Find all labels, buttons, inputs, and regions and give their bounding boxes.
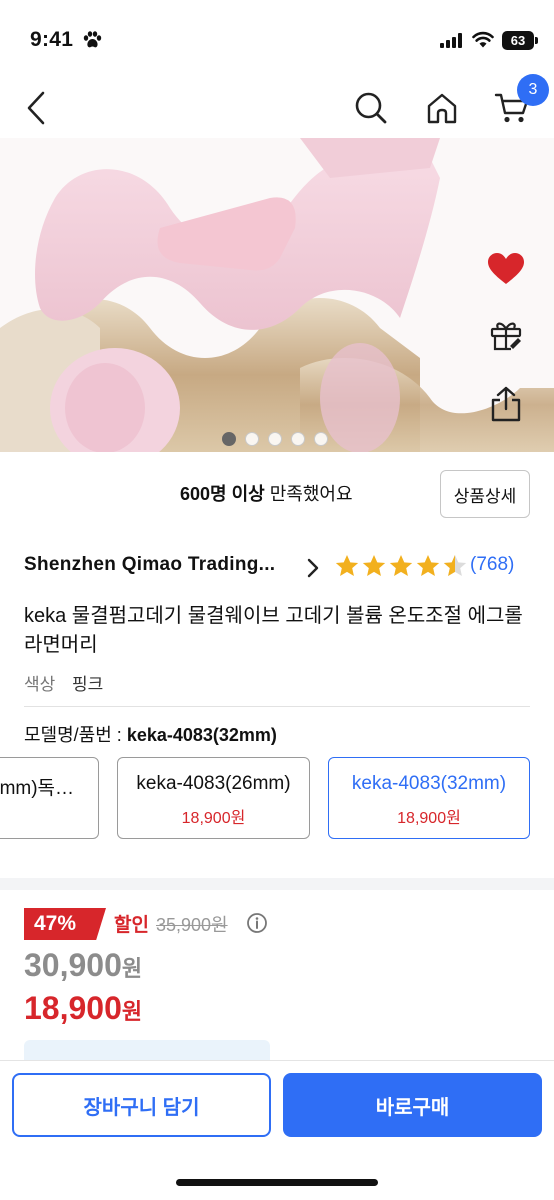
star-icon xyxy=(389,554,413,576)
info-icon[interactable] xyxy=(246,912,268,934)
curling-iron-illustration xyxy=(0,138,554,452)
coupon-price-unit: 원 xyxy=(121,956,143,981)
wishlist-button[interactable] xyxy=(484,247,528,291)
gift-button[interactable] xyxy=(484,313,528,357)
option-name: keka-4083(32mm) xyxy=(351,773,507,794)
gallery-dot[interactable] xyxy=(245,432,259,446)
option-card[interactable]: keka-4083(26mm) 18,900원 xyxy=(117,757,310,839)
discount-label: 할인 xyxy=(114,915,149,936)
seller-name[interactable]: Shenzhen Qimao Trading... xyxy=(24,554,275,576)
back-button[interactable] xyxy=(14,86,58,130)
divider xyxy=(24,706,530,707)
final-price-value: 18,900 xyxy=(24,990,122,1026)
gallery-pagination xyxy=(222,432,328,446)
search-button[interactable] xyxy=(349,86,393,130)
final-price-unit: 원 xyxy=(121,999,143,1024)
product-image[interactable] xyxy=(0,138,554,452)
discount-rate-badge: 47% xyxy=(24,908,106,940)
satisfaction-suffix: 만족했어요 xyxy=(264,484,353,504)
gift-icon xyxy=(490,322,522,351)
gallery-dot[interactable] xyxy=(222,432,236,446)
heart-icon xyxy=(488,253,524,284)
top-nav xyxy=(0,80,554,136)
review-count-link[interactable]: (768) xyxy=(470,554,514,576)
model-label: 모델명/품번 : xyxy=(24,725,127,745)
chevron-right-icon[interactable] xyxy=(305,556,321,580)
satisfaction-count: 600명 이상 xyxy=(180,484,265,504)
product-detail-button[interactable]: 상품상세 xyxy=(440,470,530,518)
color-label: 색상 xyxy=(24,675,56,694)
paw-icon xyxy=(83,31,102,48)
home-button[interactable] xyxy=(420,86,464,130)
model-line: 모델명/품번 : keka-4083(32mm) xyxy=(24,721,277,747)
coupon-price-value: 30,900 xyxy=(24,947,122,983)
wifi-icon xyxy=(472,31,494,48)
option-price: 18,900원 xyxy=(397,810,461,827)
cellular-signal-icon xyxy=(440,33,462,48)
option-name: 2mm)독… xyxy=(0,778,75,799)
star-icon xyxy=(335,554,359,576)
model-value: keka-4083(32mm) xyxy=(126,725,277,745)
product-title: keka 물결펌고데기 물결웨이브 고데기 볼륨 온도조절 에그롤 라면머리 xyxy=(24,605,523,656)
section-divider xyxy=(0,878,554,890)
search-icon xyxy=(355,92,387,124)
cart-count-badge: 3 xyxy=(517,74,549,106)
status-bar: 9:41 63 xyxy=(0,0,554,80)
satisfaction-text: 600명 이상 만족했어요 xyxy=(180,480,353,508)
original-price: 35,900원 xyxy=(156,915,228,935)
battery-level: 63 xyxy=(510,33,526,48)
home-indicator xyxy=(176,1179,378,1186)
share-icon xyxy=(491,386,521,422)
option-card-selected[interactable]: keka-4083(32mm) 18,900원 xyxy=(328,757,530,839)
option-name: keka-4083(26mm) xyxy=(136,773,291,794)
star-half-icon xyxy=(443,554,467,576)
battery-indicator: 63 xyxy=(502,31,538,50)
chevron-left-icon xyxy=(27,91,45,125)
gallery-dot[interactable] xyxy=(291,432,305,446)
buy-now-button[interactable]: 바로구매 xyxy=(283,1073,542,1137)
final-price: 18,900원 xyxy=(24,990,142,1027)
coupon-price: 30,900원 xyxy=(24,947,142,984)
home-icon xyxy=(427,93,457,124)
rating-stars xyxy=(334,553,468,579)
share-button[interactable] xyxy=(484,382,528,426)
gallery-dot[interactable] xyxy=(268,432,282,446)
color-value: 핑크 xyxy=(72,675,104,694)
option-card[interactable]: 2mm)독… 원 xyxy=(0,757,99,839)
add-to-cart-button[interactable]: 장바구니 담기 xyxy=(12,1073,271,1137)
star-icon xyxy=(416,554,440,576)
option-price: 18,900원 xyxy=(181,810,246,827)
gallery-dot[interactable] xyxy=(314,432,328,446)
star-icon xyxy=(362,554,386,576)
status-time: 9:41 xyxy=(30,28,74,51)
